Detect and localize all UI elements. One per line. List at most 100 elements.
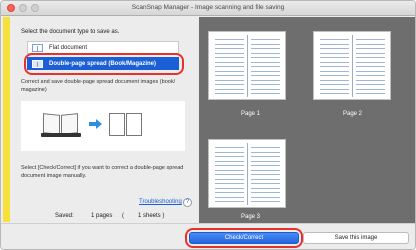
text-line xyxy=(251,192,280,193)
text-line xyxy=(251,178,280,180)
preview-panel: Page 1 Page 2 Page 3 xyxy=(199,17,415,223)
check-correct-button[interactable]: Check/Correct xyxy=(189,232,299,244)
text-line xyxy=(356,48,385,49)
spread-description: Correct and save double-page spread docu… xyxy=(21,79,176,93)
text-line xyxy=(215,48,244,49)
text-line xyxy=(215,174,244,175)
text-line xyxy=(251,169,280,171)
text-line xyxy=(356,57,385,58)
text-line xyxy=(215,93,244,94)
text-line xyxy=(356,88,385,90)
save-image-button[interactable]: Save this image xyxy=(303,232,409,244)
saved-sheets-count: 1 sheets ) xyxy=(138,213,165,219)
text-line xyxy=(215,88,244,90)
page-2-label: Page 2 xyxy=(343,111,363,117)
page-1-thumbnail[interactable] xyxy=(208,31,286,100)
spread-illustration xyxy=(21,101,185,151)
text-line xyxy=(320,43,349,45)
selection-highlight-ring xyxy=(24,53,184,75)
text-line xyxy=(251,43,280,45)
text-line xyxy=(215,66,244,67)
text-line xyxy=(251,151,280,153)
flat-document-icon xyxy=(32,44,43,52)
scansnap-window: ScanSnap Manager - Image scanning and fi… xyxy=(0,0,416,250)
text-line xyxy=(356,43,385,45)
troubleshooting-link[interactable]: Troubleshooting xyxy=(139,199,182,205)
page-3-thumbnail[interactable] xyxy=(208,139,286,208)
text-line xyxy=(215,52,244,54)
text-line xyxy=(320,88,349,90)
text-line xyxy=(320,52,349,54)
text-line xyxy=(215,147,244,148)
text-line xyxy=(215,61,244,63)
text-line xyxy=(251,61,280,63)
text-line xyxy=(320,79,349,81)
check-correct-hint: Select [Check/Correct] if you want to co… xyxy=(21,165,184,179)
text-line xyxy=(356,39,385,40)
text-line xyxy=(356,84,385,85)
text-line xyxy=(215,165,244,166)
text-line xyxy=(251,75,280,76)
open-book-icon xyxy=(41,111,81,137)
text-line xyxy=(215,39,244,40)
text-line xyxy=(215,84,244,85)
right-page xyxy=(353,35,388,97)
text-line xyxy=(251,79,280,81)
text-line xyxy=(251,183,280,184)
text-line xyxy=(251,39,280,40)
text-line xyxy=(251,93,280,94)
flat-document-label: Flat document xyxy=(49,45,88,51)
text-line xyxy=(215,196,244,198)
spread-pages-icon xyxy=(109,113,143,136)
help-icon[interactable]: ? xyxy=(183,198,192,207)
text-line xyxy=(356,75,385,76)
text-line xyxy=(320,39,349,40)
text-line xyxy=(356,79,385,81)
text-line xyxy=(215,169,244,171)
text-line xyxy=(251,70,280,72)
arrow-right-icon xyxy=(89,119,102,129)
text-line xyxy=(251,88,280,90)
text-line xyxy=(251,84,280,85)
text-line xyxy=(215,151,244,153)
text-line xyxy=(356,61,385,63)
left-page xyxy=(212,35,247,97)
text-line xyxy=(215,70,244,72)
accent-bar xyxy=(3,17,10,222)
title-bar: ScanSnap Manager - Image scanning and fi… xyxy=(1,1,415,16)
text-line xyxy=(251,201,280,202)
text-line xyxy=(215,160,244,162)
text-line xyxy=(251,174,280,175)
text-line xyxy=(215,75,244,76)
text-line xyxy=(251,196,280,198)
saved-paren: ( xyxy=(122,213,124,219)
text-line xyxy=(251,187,280,189)
text-line xyxy=(251,66,280,67)
text-line xyxy=(356,52,385,54)
page-2-thumbnail[interactable] xyxy=(313,31,391,100)
right-page xyxy=(248,143,283,205)
text-line xyxy=(320,57,349,58)
text-line xyxy=(320,66,349,67)
text-line xyxy=(215,178,244,180)
right-page xyxy=(248,35,283,97)
text-line xyxy=(215,156,244,157)
window-title: ScanSnap Manager - Image scanning and fi… xyxy=(131,4,285,11)
text-line xyxy=(320,48,349,49)
saved-label: Saved: xyxy=(55,213,74,219)
left-page xyxy=(212,143,247,205)
page-3-label: Page 3 xyxy=(241,214,261,220)
text-line xyxy=(251,160,280,162)
text-line xyxy=(215,57,244,58)
saved-pages-count: 1 pages xyxy=(91,213,113,219)
text-line xyxy=(356,70,385,72)
button-bar: Check/Correct Save this image xyxy=(1,223,415,249)
text-line xyxy=(251,165,280,166)
text-line xyxy=(215,192,244,193)
text-line xyxy=(320,61,349,63)
text-line xyxy=(320,84,349,85)
text-line xyxy=(215,79,244,81)
text-line xyxy=(251,52,280,54)
document-type-panel: Select the document type to save as. Fla… xyxy=(3,17,197,222)
text-line xyxy=(251,48,280,49)
